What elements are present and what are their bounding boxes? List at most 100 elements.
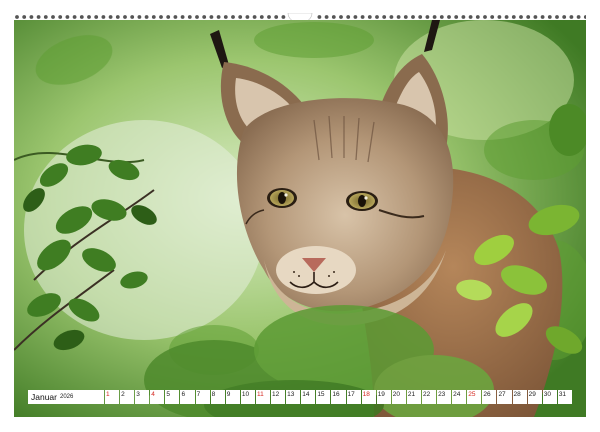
binding-hole bbox=[382, 15, 387, 19]
binding-hole bbox=[454, 15, 459, 19]
day-cell: 27 bbox=[497, 390, 512, 404]
binding-hole bbox=[375, 15, 379, 19]
day-cell: 7 bbox=[195, 390, 210, 404]
binding-hole bbox=[202, 15, 207, 19]
binding-hole bbox=[65, 15, 70, 19]
binding-hole bbox=[101, 15, 106, 19]
binding-hole bbox=[511, 15, 516, 19]
binding-hole bbox=[339, 15, 343, 19]
day-cell: 22 bbox=[421, 390, 437, 404]
day-cell: 28 bbox=[512, 390, 527, 404]
day-cell: 11 bbox=[255, 390, 271, 404]
binding-hole bbox=[576, 15, 581, 19]
binding-hole bbox=[245, 15, 250, 19]
binding-hole bbox=[540, 15, 545, 19]
binding-hole bbox=[130, 15, 135, 19]
year-label: 2026 bbox=[60, 394, 74, 400]
day-cell: 14 bbox=[301, 390, 316, 404]
binding-hole bbox=[209, 15, 214, 19]
binding-hole bbox=[58, 15, 63, 19]
binding-hole bbox=[317, 15, 322, 19]
binding-hole bbox=[403, 15, 408, 19]
binding-hole bbox=[569, 15, 574, 19]
day-cell: 23 bbox=[437, 390, 452, 404]
binding-hole bbox=[29, 15, 34, 19]
binding-hole bbox=[281, 15, 286, 19]
day-cell: 30 bbox=[542, 390, 557, 404]
day-cell: 12 bbox=[271, 390, 286, 404]
binding-hole bbox=[353, 15, 358, 19]
lynx-in-foliage-illustration bbox=[14, 20, 586, 417]
binding-hole bbox=[425, 15, 430, 19]
binding-hole bbox=[418, 15, 423, 19]
binding-hole bbox=[468, 15, 473, 19]
binding-hole bbox=[180, 15, 185, 19]
binding-hole bbox=[151, 15, 156, 19]
binding-hole bbox=[475, 15, 480, 19]
day-cell: 19 bbox=[376, 390, 391, 404]
binding-hole bbox=[79, 15, 84, 19]
binding-hole bbox=[166, 15, 171, 19]
day-cell: 18 bbox=[361, 390, 376, 404]
month-label-box: Januar 2026 bbox=[28, 390, 104, 404]
binding-hole bbox=[504, 15, 509, 19]
day-cell: 9 bbox=[225, 390, 240, 404]
binding-hole bbox=[195, 15, 199, 19]
binding-hole bbox=[43, 15, 48, 19]
day-cell: 26 bbox=[482, 390, 497, 404]
binding-hole bbox=[346, 15, 351, 19]
binding-hole bbox=[389, 15, 394, 19]
day-cell: 3 bbox=[135, 390, 150, 404]
lynx-muzzle bbox=[276, 246, 356, 294]
day-cell: 21 bbox=[406, 390, 421, 404]
day-cell: 1 bbox=[105, 390, 120, 404]
day-cell: 4 bbox=[150, 390, 165, 404]
day-cell: 10 bbox=[240, 390, 255, 404]
binding-hole bbox=[123, 15, 127, 19]
binding-hole bbox=[331, 15, 336, 19]
binding-hole bbox=[461, 15, 466, 19]
binding-hole bbox=[411, 15, 415, 19]
day-cell: 31 bbox=[557, 390, 572, 404]
binding-hole bbox=[137, 15, 142, 19]
binding-hole bbox=[231, 15, 235, 19]
binding-hole bbox=[115, 15, 120, 19]
day-cell: 25 bbox=[467, 390, 482, 404]
binding-hole bbox=[15, 15, 19, 19]
binding-hole bbox=[324, 15, 329, 19]
binding-hole bbox=[87, 15, 91, 19]
binding-hole bbox=[439, 15, 444, 19]
day-cell: 15 bbox=[316, 390, 331, 404]
binding-hole bbox=[555, 15, 559, 19]
binding-hole bbox=[447, 15, 451, 19]
binding-hole bbox=[259, 15, 264, 19]
binding-hole bbox=[238, 15, 243, 19]
day-cell: 5 bbox=[165, 390, 180, 404]
calendar-strip: Januar 2026 1 2 3 4 5 6 7 8 9 10 11 12 13 14 15 16 17 18 1… bbox=[28, 390, 572, 404]
binding-hole bbox=[562, 15, 567, 19]
binding-hole bbox=[396, 15, 401, 19]
month-name: Januar bbox=[31, 392, 57, 402]
binding-hole bbox=[187, 15, 192, 19]
binding-hole bbox=[252, 15, 257, 19]
binding-hole bbox=[533, 15, 538, 19]
day-cell: 13 bbox=[286, 390, 301, 404]
binding-hole bbox=[51, 15, 55, 19]
binding-hole bbox=[144, 15, 149, 19]
binding-hole bbox=[274, 15, 279, 19]
binding-hole bbox=[497, 15, 502, 19]
binding-hole bbox=[360, 15, 365, 19]
day-cell: 20 bbox=[391, 390, 406, 404]
binding-hole bbox=[72, 15, 77, 19]
day-cell: 24 bbox=[452, 390, 467, 404]
binding-hole bbox=[216, 15, 221, 19]
day-cell: 2 bbox=[120, 390, 135, 404]
day-cells: 1 2 3 4 5 6 7 8 9 10 11 12 13 14 15 16 17 18 19 20 21 22 23 24 2… bbox=[105, 390, 572, 404]
calendar-photo bbox=[14, 20, 586, 417]
binding-hole bbox=[267, 15, 271, 19]
binding-hole bbox=[108, 15, 113, 19]
binding-hole bbox=[94, 15, 99, 19]
binding-hole bbox=[483, 15, 487, 19]
binding-hole bbox=[223, 15, 228, 19]
day-cell: 17 bbox=[346, 390, 361, 404]
